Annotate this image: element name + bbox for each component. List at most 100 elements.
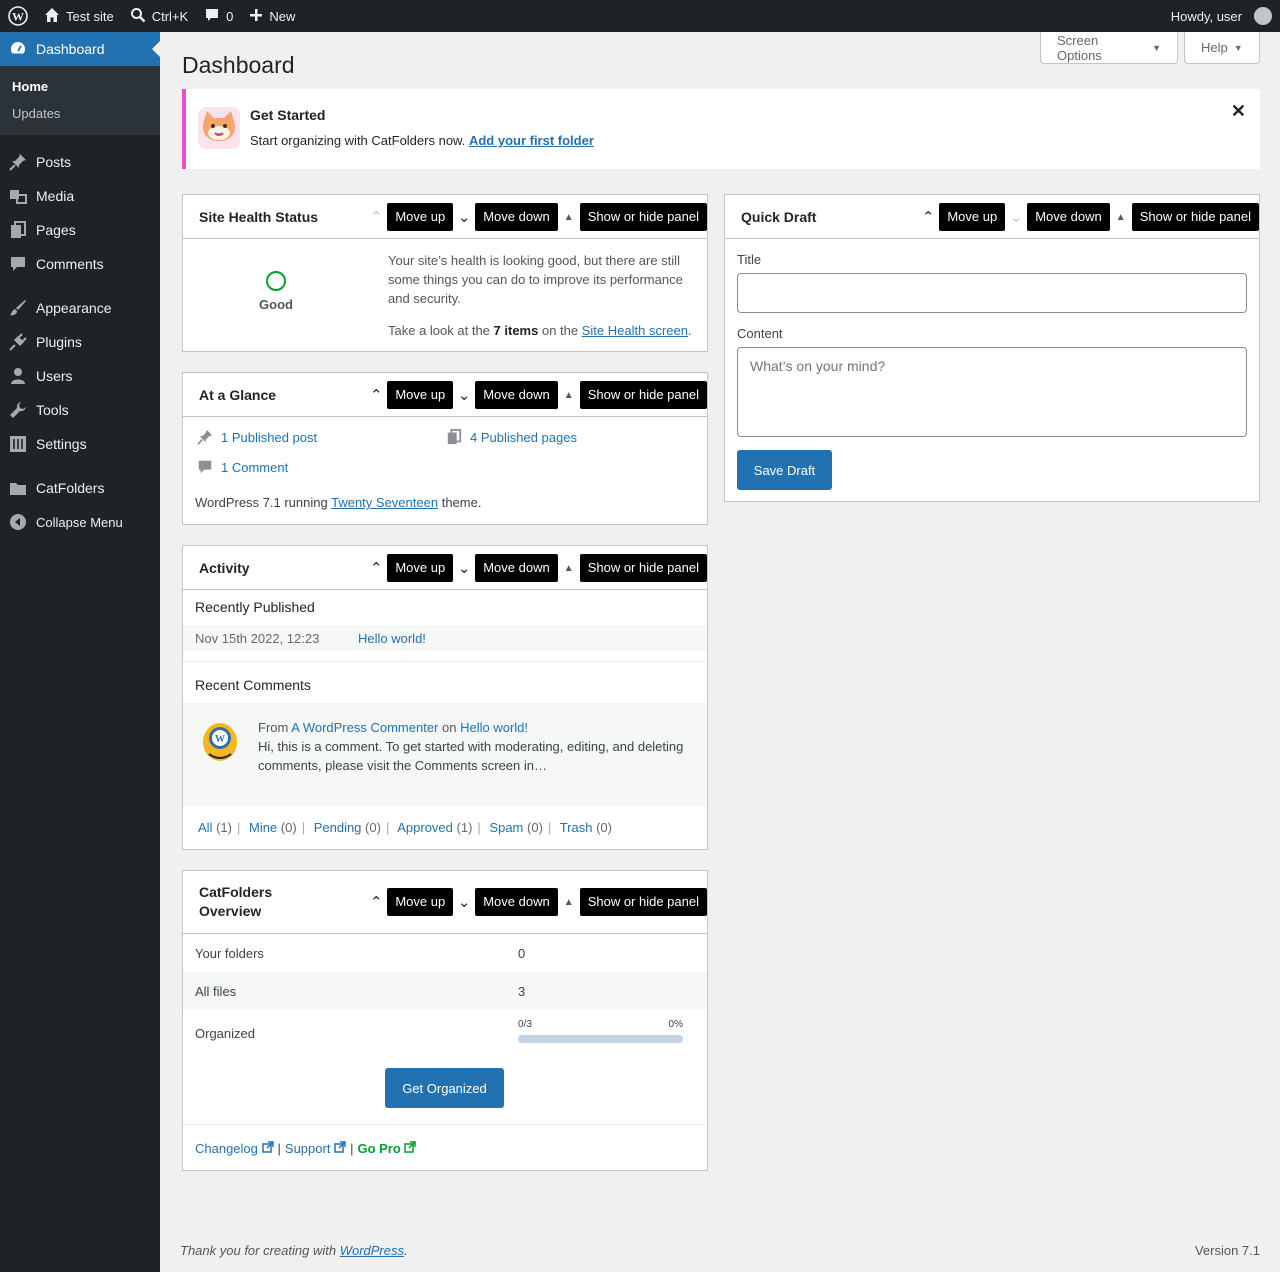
filter-mine[interactable]: Mine bbox=[249, 820, 277, 835]
toggle-arrow-icon[interactable]: ▲ bbox=[558, 212, 580, 223]
widget-title: Quick Draft bbox=[741, 208, 817, 225]
move-down-button[interactable]: Move down bbox=[475, 888, 558, 916]
external-link-icon bbox=[334, 1141, 346, 1156]
site-health-link[interactable]: Site Health screen bbox=[582, 323, 688, 338]
toggle-panel-button[interactable]: Show or hide panel bbox=[579, 888, 707, 916]
filter-pending[interactable]: Pending bbox=[314, 820, 362, 835]
filter-approved[interactable]: Approved bbox=[397, 820, 453, 835]
comments-count-link[interactable]: 1 Comment bbox=[197, 459, 288, 475]
toggle-panel-button[interactable]: Show or hide panel bbox=[579, 203, 707, 231]
chevron-up-icon[interactable]: ⌃ bbox=[365, 381, 387, 409]
move-down-button[interactable]: Move down bbox=[1027, 203, 1110, 231]
close-icon[interactable]: ✕ bbox=[1231, 101, 1246, 122]
pages-icon bbox=[446, 429, 462, 445]
sidebar-item-dashboard[interactable]: Dashboard bbox=[0, 32, 160, 66]
collapse-menu-button[interactable]: Collapse Menu bbox=[0, 505, 160, 539]
settings-icon bbox=[8, 434, 28, 454]
move-down-button[interactable]: Move down bbox=[475, 203, 558, 231]
sidebar-item-plugins[interactable]: Plugins bbox=[0, 325, 160, 359]
move-up-button[interactable]: Move up bbox=[939, 203, 1006, 231]
move-up-button[interactable]: Move up bbox=[387, 203, 454, 231]
catfolders-overview-widget: CatFolders Overview ⌃ Move up ⌄ Move down… bbox=[182, 870, 708, 1171]
sidebar-item-media[interactable]: Media bbox=[0, 179, 160, 213]
title-label: Title bbox=[737, 252, 762, 267]
move-down-button[interactable]: Move down bbox=[475, 554, 558, 582]
sidebar-item-catfolders[interactable]: CatFolders bbox=[0, 471, 160, 505]
move-down-button[interactable]: Move down bbox=[475, 381, 558, 409]
draft-title-input[interactable] bbox=[737, 273, 1247, 313]
chevron-up-icon[interactable]: ⌃ bbox=[365, 888, 387, 916]
site-health-widget: Site Health Status ⌃ Move up ⌄ Move down… bbox=[182, 194, 708, 352]
search-link[interactable]: Ctrl+K bbox=[122, 0, 196, 32]
glance-header: At a Glance ⌃ Move up ⌄ Move down ▲ Show… bbox=[183, 373, 707, 417]
sidebar-item-posts[interactable]: Posts bbox=[0, 145, 160, 179]
filter-trash[interactable]: Trash bbox=[560, 820, 593, 835]
quick-draft-widget: Quick Draft ⌃ Move up ⌄ Move down ▲ Show… bbox=[724, 194, 1260, 502]
post-link[interactable]: Hello world! bbox=[358, 631, 426, 646]
wordpress-logo-icon[interactable]: W bbox=[0, 0, 36, 32]
chevron-down-icon[interactable]: ⌄ bbox=[453, 381, 475, 409]
chevron-down-icon[interactable]: ⌄ bbox=[1005, 203, 1027, 231]
chevron-down-icon[interactable]: ⌄ bbox=[453, 888, 475, 916]
chevron-up-icon[interactable]: ⌃ bbox=[365, 554, 387, 582]
sidebar-item-comments[interactable]: Comments bbox=[0, 247, 160, 281]
comments-link[interactable]: 0 bbox=[196, 0, 241, 32]
published-posts-link[interactable]: 1 Published post bbox=[197, 429, 317, 445]
toggle-arrow-icon[interactable]: ▲ bbox=[1110, 212, 1132, 223]
account-menu[interactable]: Howdy, user bbox=[1163, 0, 1280, 32]
footer-thanks: Thank you for creating with WordPress. bbox=[180, 1243, 408, 1258]
avatar bbox=[1254, 7, 1272, 25]
toggle-arrow-icon[interactable]: ▲ bbox=[558, 897, 580, 908]
sidebar-item-tools[interactable]: Tools bbox=[0, 393, 160, 427]
site-health-header: Site Health Status ⌃ Move up ⌄ Move down… bbox=[183, 195, 707, 239]
commenter-link[interactable]: A WordPress Commenter bbox=[291, 720, 438, 735]
toggle-panel-button[interactable]: Show or hide panel bbox=[579, 381, 707, 409]
toggle-panel-button[interactable]: Show or hide panel bbox=[1131, 203, 1259, 231]
home-icon bbox=[44, 7, 60, 26]
comment-post-link[interactable]: Hello world! bbox=[460, 720, 528, 735]
go-pro-link[interactable]: Go Pro bbox=[357, 1141, 417, 1156]
toggle-arrow-icon[interactable]: ▲ bbox=[558, 390, 580, 401]
add-folder-link[interactable]: Add your first folder bbox=[469, 133, 594, 148]
draft-content-textarea[interactable] bbox=[737, 347, 1247, 437]
pages-icon bbox=[8, 220, 28, 240]
widget-title: Activity bbox=[199, 559, 250, 576]
sidebar-item-users[interactable]: Users bbox=[0, 359, 160, 393]
move-up-button[interactable]: Move up bbox=[387, 554, 454, 582]
toggle-arrow-icon[interactable]: ▲ bbox=[558, 563, 580, 574]
changelog-link[interactable]: Changelog bbox=[195, 1141, 274, 1156]
move-up-button[interactable]: Move up bbox=[387, 381, 454, 409]
filter-spam[interactable]: Spam bbox=[489, 820, 523, 835]
support-link[interactable]: Support bbox=[285, 1141, 346, 1156]
comment-item: W From A WordPress Commenter on Hello wo… bbox=[183, 703, 707, 806]
widget-title: At a Glance bbox=[199, 386, 277, 403]
plug-icon bbox=[8, 332, 28, 352]
site-name-link[interactable]: Test site bbox=[36, 0, 122, 32]
get-organized-button[interactable]: Get Organized bbox=[385, 1068, 504, 1108]
sidebar-item-settings[interactable]: Settings bbox=[0, 427, 160, 461]
content-label: Content bbox=[737, 326, 783, 341]
cat-logo-icon bbox=[198, 107, 240, 149]
sidebar-item-pages[interactable]: Pages bbox=[0, 213, 160, 247]
notice-title: Get Started bbox=[250, 107, 326, 123]
filter-all[interactable]: All bbox=[198, 820, 212, 835]
chevron-down-icon[interactable]: ⌄ bbox=[453, 203, 475, 231]
help-button[interactable]: Help ▼ bbox=[1184, 32, 1260, 64]
theme-link[interactable]: Twenty Seventeen bbox=[331, 495, 438, 510]
submenu-item-home[interactable]: Home bbox=[0, 73, 160, 100]
submenu-item-updates[interactable]: Updates bbox=[0, 100, 160, 127]
save-draft-button[interactable]: Save Draft bbox=[737, 450, 832, 490]
published-pages-link[interactable]: 4 Published pages bbox=[446, 429, 577, 445]
new-content-link[interactable]: New bbox=[241, 0, 303, 32]
screen-options-button[interactable]: Screen Options ▼ bbox=[1040, 32, 1178, 64]
toggle-panel-button[interactable]: Show or hide panel bbox=[579, 554, 707, 582]
chevron-up-icon[interactable]: ⌃ bbox=[917, 203, 939, 231]
media-icon bbox=[8, 186, 28, 206]
move-up-button[interactable]: Move up bbox=[387, 888, 454, 916]
chevron-up-icon[interactable]: ⌃ bbox=[365, 203, 387, 231]
chevron-down-icon[interactable]: ⌄ bbox=[453, 554, 475, 582]
health-status: Good bbox=[259, 297, 293, 312]
wordpress-link[interactable]: WordPress bbox=[340, 1243, 404, 1258]
search-icon bbox=[130, 7, 146, 26]
sidebar-item-appearance[interactable]: Appearance bbox=[0, 291, 160, 325]
